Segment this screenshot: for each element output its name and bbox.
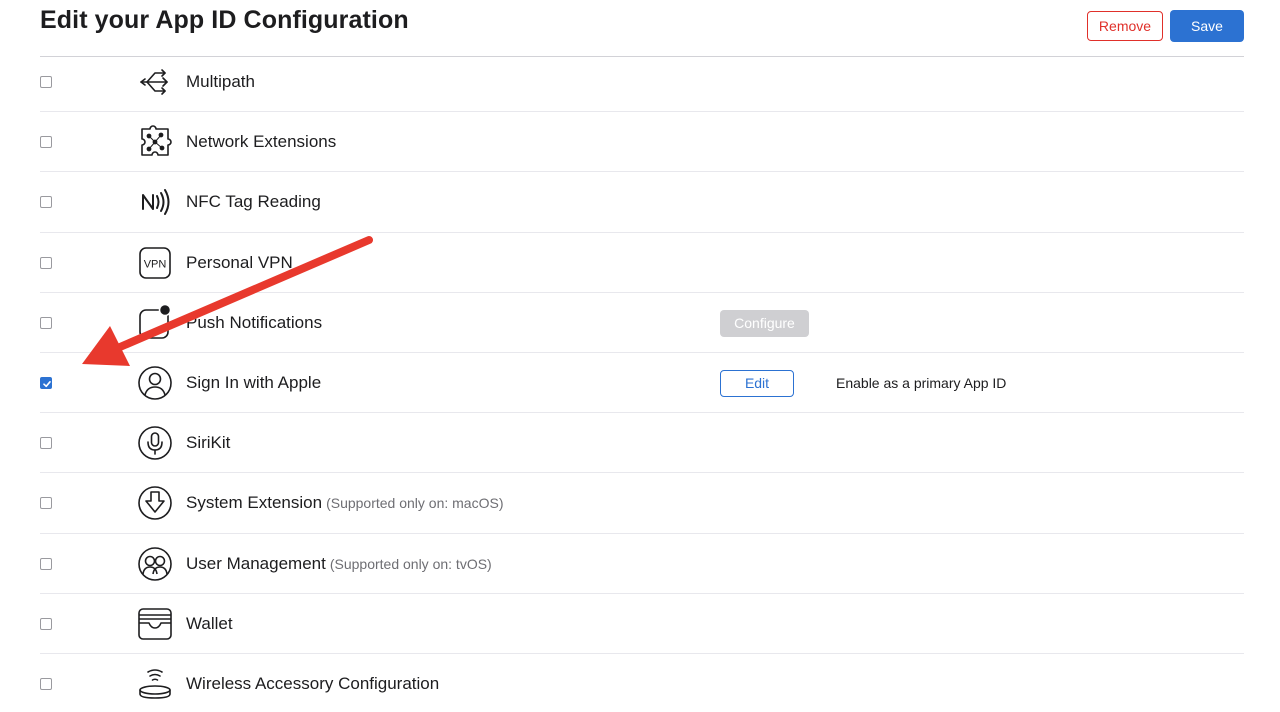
capability-row-network-extensions: Network Extensions bbox=[40, 112, 1244, 173]
capability-name: Sign In with Apple bbox=[186, 372, 322, 392]
wireless-accessory-icon bbox=[139, 669, 171, 699]
svg-text:VPN: VPN bbox=[144, 258, 167, 270]
capability-checkbox[interactable] bbox=[40, 76, 52, 88]
vpn-icon: VPN bbox=[139, 246, 171, 279]
capability-name: Network Extensions bbox=[186, 132, 337, 152]
sirikit-icon bbox=[138, 426, 172, 460]
page-title: Edit your App ID Configuration bbox=[40, 6, 409, 34]
system-extension-icon bbox=[138, 486, 172, 521]
page-header: Edit your App ID Configuration Remove Sa… bbox=[40, 0, 1244, 57]
save-button[interactable]: Save bbox=[1170, 10, 1244, 42]
remove-button[interactable]: Remove bbox=[1087, 11, 1163, 41]
primary-app-id-label: Enable as a primary App ID bbox=[836, 374, 1007, 391]
capability-row-wireless-accessory-configuration: Wireless Accessory Configuration bbox=[40, 654, 1244, 712]
edit-button[interactable]: Edit bbox=[720, 369, 794, 397]
capability-name: Personal VPN bbox=[186, 252, 293, 272]
capability-checkbox[interactable] bbox=[40, 677, 52, 690]
wallet-icon bbox=[138, 607, 172, 640]
capability-row-system-extension: System Extension (Supported only on: macO… bbox=[40, 473, 1244, 534]
nfc-icon bbox=[142, 189, 170, 216]
checkmark-icon bbox=[43, 380, 51, 388]
capabilities-list: Multipath Network Extensions NFC Tag Rea… bbox=[40, 52, 1244, 712]
capability-checkbox[interactable] bbox=[40, 617, 52, 630]
capability-name: Multipath bbox=[186, 72, 255, 91]
network-extensions-icon bbox=[141, 125, 172, 156]
capability-checkbox[interactable] bbox=[40, 557, 52, 570]
capability-row-sign-in-with-apple: Sign In with Apple Edit Enable as a prim… bbox=[40, 353, 1244, 414]
capability-name: Wallet bbox=[186, 613, 233, 633]
capability-row-wallet: Wallet bbox=[40, 594, 1244, 654]
capability-name: NFC Tag Reading bbox=[186, 192, 321, 212]
app-id-configuration-page: Edit your App ID Configuration Remove Sa… bbox=[0, 0, 1280, 712]
capability-checkbox[interactable] bbox=[40, 196, 52, 209]
platform-note: (Supported only on: macOS) bbox=[326, 495, 504, 512]
capability-checkbox[interactable] bbox=[40, 256, 52, 269]
push-notifications-icon bbox=[139, 304, 172, 339]
capability-name: System Extension (Supported only on: macO… bbox=[186, 493, 504, 513]
capability-row-user-management: User Management (Supported only on: tvOS) bbox=[40, 534, 1244, 594]
capability-row-multipath: Multipath bbox=[40, 52, 1244, 113]
capability-row-sirikit: SiriKit bbox=[40, 413, 1244, 474]
capability-name: Wireless Accessory Configuration bbox=[186, 673, 440, 693]
capability-checkbox[interactable] bbox=[40, 437, 52, 450]
platform-note: (Supported only on: tvOS) bbox=[329, 555, 492, 572]
capability-checkbox[interactable] bbox=[40, 136, 52, 149]
capability-row-nfc-tag-reading: NFC Tag Reading bbox=[40, 172, 1244, 233]
capability-name: Push Notifications bbox=[186, 312, 323, 332]
user-management-icon bbox=[138, 546, 172, 581]
capability-row-push-notifications: Push Notifications Configure bbox=[40, 293, 1244, 353]
capability-row-personal-vpn: VPN Personal VPN bbox=[40, 233, 1244, 293]
capability-name: SiriKit bbox=[186, 433, 231, 453]
configure-button[interactable]: Configure bbox=[720, 309, 809, 337]
capability-name: User Management (Supported only on: tvOS) bbox=[186, 553, 492, 573]
capability-checkbox[interactable] bbox=[40, 497, 52, 510]
multipath-icon bbox=[140, 69, 168, 95]
capability-checkbox[interactable] bbox=[40, 316, 52, 329]
capability-checkbox[interactable] bbox=[40, 376, 52, 389]
sign-in-with-apple-icon bbox=[138, 366, 172, 400]
